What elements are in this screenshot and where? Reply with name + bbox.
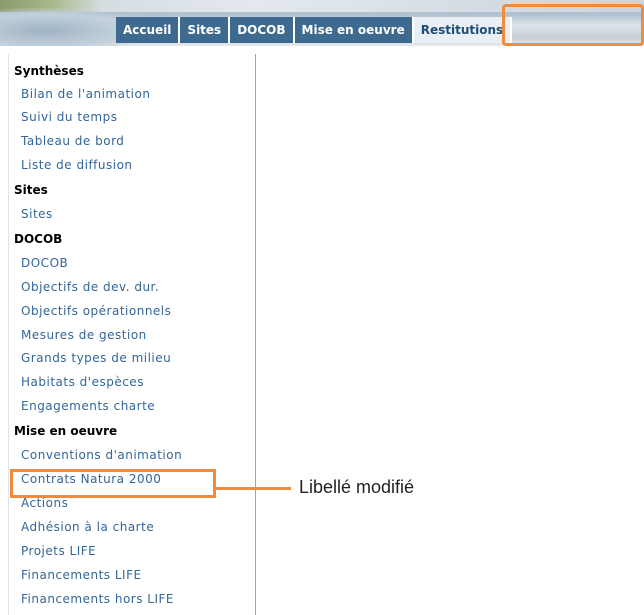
menu-item-mesures-gestion[interactable]: Mesures de gestion: [21, 328, 147, 342]
tab-accueil[interactable]: Accueil: [116, 17, 181, 43]
menu-item-conventions-animation[interactable]: Conventions d'animation: [21, 448, 182, 462]
contrats-highlight-box: [10, 469, 216, 498]
callout-connector-line: [216, 487, 291, 490]
menu-item-adhesion-charte[interactable]: Adhésion à la charte: [21, 520, 154, 534]
menu-section-syntheses: Synthèses: [14, 64, 84, 78]
menu-item-projets-life[interactable]: Projets LIFE: [21, 544, 96, 558]
menu-item-bilan-animation[interactable]: Bilan de l'animation: [21, 87, 150, 101]
menu-item-objectifs-operationnels[interactable]: Objectifs opérationnels: [21, 304, 171, 318]
menu-item-liste-diffusion[interactable]: Liste de diffusion: [21, 158, 133, 172]
tab-mise-en-oeuvre[interactable]: Mise en oeuvre: [294, 17, 414, 43]
main-nav: Accueil Sites DOCOB Mise en oeuvre Resti…: [116, 17, 513, 43]
menu-item-grands-types-milieu[interactable]: Grands types de milieu: [21, 351, 171, 365]
menu-item-sites[interactable]: Sites: [21, 207, 53, 221]
menu-section-mise-en-oeuvre: Mise en oeuvre: [14, 424, 118, 438]
tab-restitutions[interactable]: Restitutions: [413, 17, 513, 43]
menu-item-actions[interactable]: Actions: [21, 496, 68, 510]
menu-item-tableau-bord[interactable]: Tableau de bord: [21, 134, 124, 148]
side-menu: Synthèses Bilan de l'animation Suivi du …: [8, 54, 256, 615]
menu-item-habitats-especes[interactable]: Habitats d'espèces: [21, 375, 144, 389]
menu-item-financements-hors-life[interactable]: Financements hors LIFE: [21, 592, 174, 606]
tab-docob[interactable]: DOCOB: [230, 17, 295, 43]
restitutions-highlight-box: [502, 4, 644, 46]
menu-item-suivi-temps[interactable]: Suivi du temps: [21, 110, 118, 124]
menu-section-sites: Sites: [14, 183, 48, 197]
menu-item-objectifs-dev-dur[interactable]: Objectifs de dev. dur.: [21, 280, 159, 294]
menu-item-engagements-charte[interactable]: Engagements charte: [21, 399, 155, 413]
menu-item-docob[interactable]: DOCOB: [21, 256, 68, 270]
tab-sites[interactable]: Sites: [180, 17, 231, 43]
menu-section-docob: DOCOB: [14, 232, 63, 246]
menu-item-financements-life[interactable]: Financements LIFE: [21, 568, 142, 582]
callout-label: Libellé modifié: [299, 477, 415, 497]
